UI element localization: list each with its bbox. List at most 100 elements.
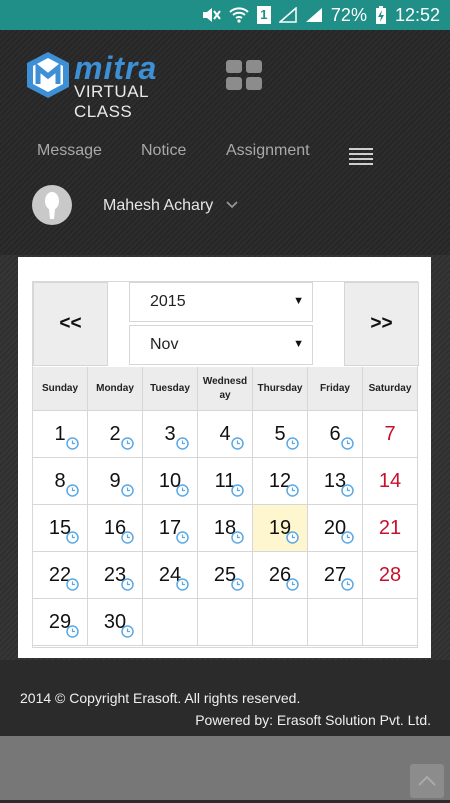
user-profile[interactable]: Mahesh Achary: [0, 185, 450, 231]
calendar-day[interactable]: 29: [33, 599, 88, 646]
calendar-day[interactable]: 3: [143, 411, 198, 458]
clock-icon[interactable]: [341, 484, 354, 497]
scroll-to-top-button[interactable]: [410, 764, 444, 798]
calendar-empty-cell: [308, 599, 363, 646]
month-select[interactable]: Nov ▼: [129, 325, 313, 365]
signal-icon: [278, 7, 297, 23]
calendar-day[interactable]: 9: [88, 458, 143, 505]
calendar-day[interactable]: 6: [308, 411, 363, 458]
user-name[interactable]: Mahesh Achary: [103, 197, 213, 215]
next-month-button[interactable]: >>: [344, 282, 419, 366]
menu-icon[interactable]: [349, 148, 373, 166]
nav-item-notice[interactable]: Notice: [141, 142, 186, 160]
clock-icon[interactable]: [231, 578, 244, 591]
clock-icon[interactable]: [66, 484, 79, 497]
mute-icon: [201, 7, 221, 23]
dashboard-grid-icon[interactable]: [226, 60, 264, 92]
day-number: 7: [384, 423, 396, 445]
sim-icon: 1: [256, 6, 271, 24]
clock-icon[interactable]: [121, 531, 134, 544]
calendar-day[interactable]: 11: [198, 458, 253, 505]
calendar-day[interactable]: 10: [143, 458, 198, 505]
calendar-day[interactable]: 25: [198, 552, 253, 599]
calendar-empty-cell: [363, 599, 418, 646]
calendar-day[interactable]: 14: [363, 458, 418, 505]
calendar-day[interactable]: 19: [253, 505, 308, 552]
clock-icon[interactable]: [341, 531, 354, 544]
calendar-day[interactable]: 20: [308, 505, 363, 552]
clock-icon[interactable]: [121, 484, 134, 497]
clock-icon[interactable]: [66, 437, 79, 450]
calendar-day[interactable]: 7: [363, 411, 418, 458]
calendar-day[interactable]: 4: [198, 411, 253, 458]
day-number: 21: [378, 517, 402, 539]
avatar[interactable]: [32, 185, 72, 225]
chevron-down-icon[interactable]: [225, 197, 239, 213]
clock-icon[interactable]: [121, 578, 134, 591]
month-value: Nov: [150, 336, 179, 353]
clock-time: 12:52: [394, 4, 440, 25]
calendar: << >> 2015 ▼ Nov ▼ Sunday Monday Tuesday We…: [32, 281, 419, 648]
day-number: 28: [378, 564, 402, 586]
nav-item-message[interactable]: Message: [37, 142, 102, 160]
clock-icon[interactable]: [231, 484, 244, 497]
calendar-day[interactable]: 15: [33, 505, 88, 552]
calendar-day[interactable]: 23: [88, 552, 143, 599]
calendar-day[interactable]: 24: [143, 552, 198, 599]
calendar-empty-cell: [143, 599, 198, 646]
calendar-day[interactable]: 8: [33, 458, 88, 505]
calendar-day[interactable]: 27: [308, 552, 363, 599]
calendar-day[interactable]: 2: [88, 411, 143, 458]
calendar-empty-cell: [253, 599, 308, 646]
calendar-day[interactable]: 12: [253, 458, 308, 505]
calendar-day[interactable]: 22: [33, 552, 88, 599]
weekday-header-thursday: Thursday: [253, 367, 308, 411]
calendar-day[interactable]: 30: [88, 599, 143, 646]
clock-icon[interactable]: [286, 437, 299, 450]
logo-subtitle: VIRTUAL CLASS: [74, 82, 149, 121]
year-select[interactable]: 2015 ▼: [129, 282, 313, 322]
clock-icon[interactable]: [231, 437, 244, 450]
calendar-day[interactable]: 21: [363, 505, 418, 552]
clock-icon[interactable]: [66, 578, 79, 591]
calendar-day[interactable]: 13: [308, 458, 363, 505]
powered-by-text: Powered by: Erasoft Solution Pvt. Ltd.: [195, 712, 431, 728]
calendar-day[interactable]: 18: [198, 505, 253, 552]
weekday-header-monday: Monday: [88, 367, 143, 411]
app-logo[interactable]: mitra VIRTUAL CLASS: [24, 50, 204, 121]
weekday-header-friday: Friday: [308, 367, 363, 411]
battery-charging-icon: [375, 5, 387, 25]
clock-icon[interactable]: [121, 625, 134, 638]
weekday-header-tuesday: Tuesday: [143, 367, 198, 411]
clock-icon[interactable]: [341, 437, 354, 450]
bottom-bar: [0, 736, 450, 800]
clock-icon[interactable]: [286, 484, 299, 497]
calendar-day[interactable]: 5: [253, 411, 308, 458]
clock-icon[interactable]: [286, 578, 299, 591]
prev-month-button[interactable]: <<: [33, 282, 108, 366]
clock-icon[interactable]: [66, 531, 79, 544]
calendar-day[interactable]: 28: [363, 552, 418, 599]
clock-icon[interactable]: [341, 578, 354, 591]
calendar-day[interactable]: 16: [88, 505, 143, 552]
status-bar: 1 72% 12:52: [0, 0, 450, 30]
dropdown-arrow-icon: ▼: [293, 295, 304, 307]
calendar-day[interactable]: 1: [33, 411, 88, 458]
clock-icon[interactable]: [231, 531, 244, 544]
app-header: mitra VIRTUAL CLASS Message Notice Assig…: [0, 30, 450, 255]
clock-icon[interactable]: [176, 484, 189, 497]
weekday-header-saturday: Saturday: [363, 367, 418, 411]
clock-icon[interactable]: [121, 437, 134, 450]
footer: 2014 © Copyright Erasoft. All rights res…: [0, 660, 450, 736]
clock-icon[interactable]: [176, 531, 189, 544]
wifi-icon: [229, 7, 249, 23]
calendar-empty-cell: [198, 599, 253, 646]
nav-item-assignment[interactable]: Assignment: [226, 142, 310, 160]
calendar-day[interactable]: 17: [143, 505, 198, 552]
clock-icon[interactable]: [176, 437, 189, 450]
clock-icon[interactable]: [176, 578, 189, 591]
weekday-header-wednesday: Wednesd ay: [198, 367, 253, 411]
clock-icon[interactable]: [286, 531, 299, 544]
calendar-day[interactable]: 26: [253, 552, 308, 599]
clock-icon[interactable]: [66, 625, 79, 638]
